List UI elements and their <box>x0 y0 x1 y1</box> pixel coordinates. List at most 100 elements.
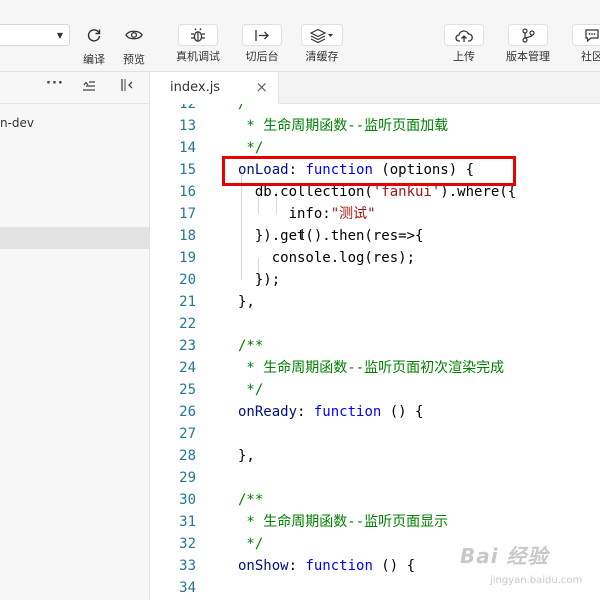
code-params: () { <box>372 558 416 574</box>
editor-tab-bar: index.js × <box>150 72 600 104</box>
line-number: 13 <box>179 118 196 134</box>
line-number: 31 <box>179 514 196 530</box>
code-call: ).where({ <box>440 184 517 200</box>
text-cursor-icon: Ⅰ <box>300 226 305 244</box>
compile-label: 编译 <box>83 53 105 66</box>
upload-label: 上传 <box>453 50 475 63</box>
code-text: }); <box>238 269 280 291</box>
code-keyword: function <box>305 558 373 574</box>
code-line: 26 onReady: function () { <box>150 401 600 423</box>
line-number: 21 <box>179 294 196 310</box>
code-comment: */ <box>238 140 264 156</box>
watermark-logo-text: Bai 经验 <box>460 544 549 568</box>
cloud-upload-icon <box>444 24 484 46</box>
code-line: 13 * 生命周期函数--监听页面加载 <box>150 115 600 137</box>
git-branch-icon <box>508 24 548 46</box>
version-mgmt-label: 版本管理 <box>506 50 550 63</box>
code-key: info: <box>238 206 331 222</box>
code-line: 29 <box>150 467 600 489</box>
caret-down-icon: ▼ <box>56 31 63 40</box>
community-button[interactable]: 社区 <box>572 24 600 64</box>
code-keyword: function <box>313 404 382 420</box>
code-text: onShow: function () { <box>238 555 415 577</box>
file-tree-item-selected[interactable] <box>0 227 149 249</box>
code-text: /** <box>238 489 263 511</box>
close-icon[interactable]: × <box>255 78 268 96</box>
code-text: }).get().then(res=>{ <box>238 225 424 247</box>
code-text: */ <box>238 533 263 555</box>
community-label: 社区 <box>581 50 600 63</box>
line-number: 15 <box>179 162 196 178</box>
collapse-panel-icon[interactable] <box>120 78 134 96</box>
line-number: 34 <box>179 580 196 596</box>
code-string: "测试" <box>330 206 376 222</box>
clear-cache-label: 清缓存 <box>305 50 339 63</box>
compile-mode-select[interactable]: ▼ <box>0 24 70 46</box>
line-number: 32 <box>179 536 196 552</box>
code-line: 23 /** <box>150 335 600 357</box>
line-number: 26 <box>179 404 196 420</box>
code-line: 27 <box>150 423 600 445</box>
code-comment: * 生命周期函数--监听页面加载 <box>238 118 449 134</box>
code-line: 19 console.log(res); <box>150 247 600 269</box>
code-line: 18 }).get().then(res=>{ <box>150 225 600 247</box>
code-text: /** <box>238 335 263 357</box>
code-punctuation: : <box>297 404 314 420</box>
code-punctuation: : <box>288 558 306 574</box>
code-property: onReady <box>238 404 298 420</box>
clear-cache-button[interactable]: 清缓存 <box>300 24 344 64</box>
refresh-icon <box>82 27 106 49</box>
tab-index-js[interactable]: index.js × <box>150 72 279 104</box>
line-number: 19 <box>179 250 196 266</box>
code-comment: /** <box>238 492 264 508</box>
chat-bubble-icon <box>572 24 600 46</box>
line-number: 27 <box>179 426 196 442</box>
line-number: 23 <box>179 338 196 354</box>
line-number: 20 <box>179 272 196 288</box>
code-text: onReady: function () { <box>238 401 423 423</box>
version-mgmt-button[interactable]: 版本管理 <box>500 24 556 64</box>
code-params: () { <box>381 404 424 420</box>
code-text: * 生命周期函数--监听页面显示 <box>238 511 448 533</box>
line-number: 22 <box>179 316 196 332</box>
file-panel-header: ··· <box>0 72 149 104</box>
layers-icon <box>301 24 343 46</box>
highlight-box <box>222 156 516 186</box>
file-panel: ··· n-dev <box>0 72 150 600</box>
code-line: 17 info:"测试" <box>150 203 600 225</box>
tab-title: index.js <box>170 80 221 95</box>
line-number: 16 <box>179 184 196 200</box>
code-call: }).get().then(res=>{ <box>238 228 424 244</box>
code-call: console.log(res); <box>238 250 416 266</box>
remote-debug-button[interactable]: 真机调试 <box>172 24 224 64</box>
code-line: 22 <box>150 313 600 335</box>
code-punctuation: }, <box>238 448 255 464</box>
preview-label: 预览 <box>123 53 145 66</box>
code-call: db.collection( <box>238 184 373 200</box>
code-property: onShow <box>238 558 289 574</box>
code-comment: * 生命周期函数--监听页面显示 <box>238 514 449 530</box>
line-number: 18 <box>179 228 196 244</box>
switch-background-icon <box>242 24 282 46</box>
upload-button[interactable]: 上传 <box>442 24 486 64</box>
code-text: }, <box>238 445 255 467</box>
line-number: 28 <box>179 448 196 464</box>
code-line: 25 */ <box>150 379 600 401</box>
code-comment: * 生命周期函数--监听页面初次渲染完成 <box>238 360 505 376</box>
code-line: 24 * 生命周期函数--监听页面初次渲染完成 <box>150 357 600 379</box>
compile-button[interactable]: 编译 <box>80 24 108 67</box>
file-tree-item[interactable]: n-dev <box>0 112 149 134</box>
line-number: 25 <box>179 382 196 398</box>
code-text: */ <box>238 379 263 401</box>
background-button[interactable]: 切后台 <box>240 24 284 64</box>
code-text: * 生命周期函数--监听页面初次渲染完成 <box>238 357 504 379</box>
code-comment: /** <box>238 104 264 112</box>
code-comment: /** <box>238 338 264 354</box>
code-punctuation: }); <box>238 272 281 288</box>
more-button[interactable]: ··· <box>46 76 64 91</box>
preview-button[interactable]: 预览 <box>120 24 148 67</box>
sort-icon[interactable] <box>82 78 96 96</box>
code-text: /** <box>238 104 263 115</box>
code-text: info:"测试" <box>238 203 376 225</box>
code-text: console.log(res); <box>238 247 415 269</box>
